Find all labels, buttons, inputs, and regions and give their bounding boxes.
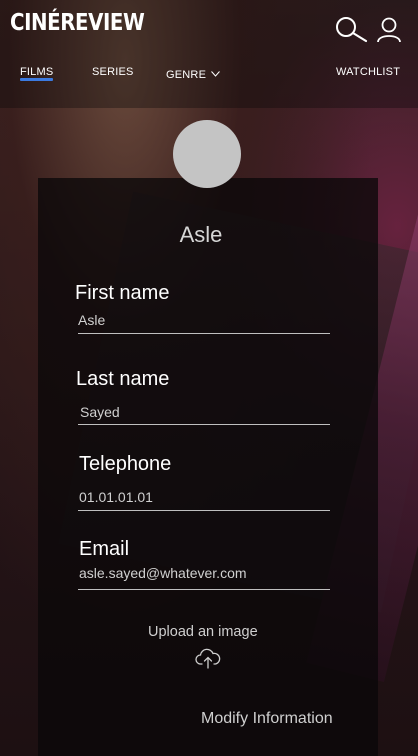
nav-genre-label: GENRE: [166, 69, 207, 81]
nav-series-label: SERIES: [92, 66, 134, 78]
first-name-label: First name: [75, 282, 170, 304]
email-label: Email: [79, 538, 130, 560]
upload-image-button[interactable]: Upload an image: [148, 624, 258, 640]
avatar[interactable]: [173, 120, 241, 188]
first-name-field[interactable]: Asle: [78, 312, 105, 328]
search-button[interactable]: [333, 16, 369, 46]
search-icon: [336, 17, 368, 43]
first-name-underline: [78, 333, 330, 334]
telephone-field[interactable]: 01.01.01.01: [79, 489, 153, 505]
cloud-upload-icon: [195, 648, 221, 669]
profile-display-name: Asle: [179, 222, 223, 247]
telephone-underline: [78, 510, 330, 511]
email-underline: [78, 589, 330, 590]
profile-button[interactable]: [375, 16, 403, 44]
nav-series[interactable]: SERIES: [92, 66, 134, 78]
nav-films[interactable]: FILMS: [20, 66, 54, 81]
nav-films-label: FILMS: [20, 66, 54, 78]
email-field[interactable]: asle.sayed@whatever.com: [79, 565, 247, 581]
telephone-label: Telephone: [79, 453, 172, 475]
last-name-field[interactable]: Sayed: [80, 404, 120, 420]
nav-watchlist-label: WATCHLIST: [336, 66, 401, 78]
last-name-underline: [78, 424, 330, 425]
upload-image-icon-button[interactable]: [195, 648, 221, 670]
active-tab-indicator: [20, 78, 54, 81]
chevron-down-icon: [211, 71, 221, 77]
last-name-label: Last name: [76, 368, 170, 390]
user-icon: [377, 17, 401, 43]
modify-information-button[interactable]: Modify Information: [201, 710, 333, 728]
top-navigation-bar: CINÉREVIEW FILMS SERIES GENRE WATCHLIST: [0, 0, 418, 108]
app-logo[interactable]: CINÉREVIEW: [10, 10, 145, 36]
nav-genre-dropdown[interactable]: GENRE: [166, 69, 221, 81]
nav-watchlist[interactable]: WATCHLIST: [336, 66, 400, 78]
